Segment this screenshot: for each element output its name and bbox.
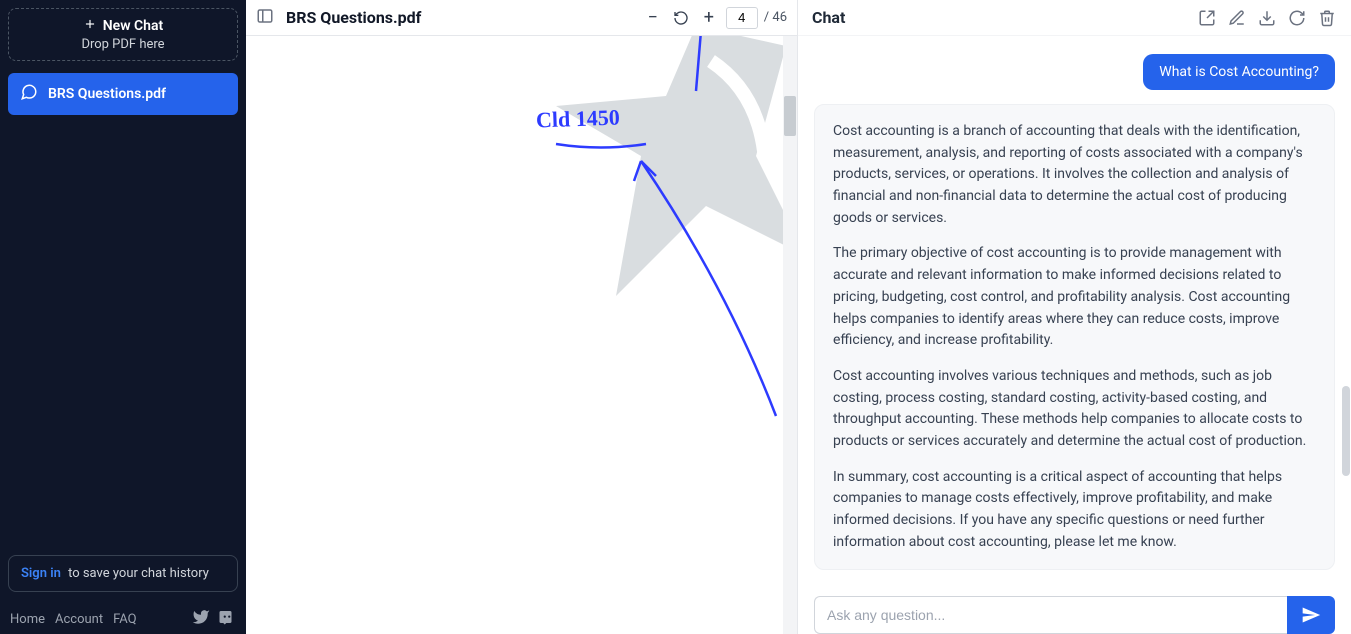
signin-link[interactable]: Sign in — [21, 566, 61, 581]
edit-icon[interactable] — [1227, 8, 1247, 28]
sidebar-item-active-chat[interactable]: BRS Questions.pdf — [8, 73, 238, 115]
pdf-handwriting-text: Cld 1450 — [536, 105, 621, 134]
sidebar-toggle-icon[interactable] — [256, 7, 274, 29]
signin-prompt[interactable]: Sign in to save your chat history — [8, 555, 238, 592]
footer-home-link[interactable]: Home — [10, 612, 45, 627]
zoom-in-button[interactable]: + — [698, 7, 720, 29]
new-chat-button[interactable]: New Chat Drop PDF here — [8, 8, 238, 61]
chat-input[interactable] — [814, 596, 1287, 634]
page-number-input[interactable] — [726, 7, 758, 29]
send-icon — [1301, 605, 1321, 625]
send-button[interactable] — [1287, 596, 1335, 634]
page-total-label: / 46 — [764, 10, 787, 25]
chat-header: Chat — [798, 0, 1351, 36]
pdf-toolbar: BRS Questions.pdf − + / 46 — [246, 0, 797, 36]
refresh-icon[interactable] — [1287, 8, 1307, 28]
share-icon[interactable] — [1197, 8, 1217, 28]
ai-paragraph: Cost accounting involves various techniq… — [833, 366, 1316, 453]
rotate-button[interactable] — [670, 7, 692, 29]
pdf-panel: BRS Questions.pdf − + / 46 Cld 1450 — [246, 0, 798, 634]
chat-title: Chat — [812, 8, 845, 27]
chat-panel: Chat What is Cost Accounting? Cost accou… — [798, 0, 1351, 634]
zoom-out-button[interactable]: − — [642, 7, 664, 29]
chat-icon — [20, 83, 38, 105]
chat-input-row — [798, 586, 1351, 634]
pdf-scrollbar[interactable] — [783, 36, 797, 634]
footer-faq-link[interactable]: FAQ — [113, 612, 136, 627]
ai-paragraph: In summary, cost accounting is a critica… — [833, 467, 1316, 554]
trash-icon[interactable] — [1317, 8, 1337, 28]
discord-icon[interactable] — [218, 608, 236, 630]
drop-pdf-hint: Drop PDF here — [19, 37, 227, 52]
user-message: What is Cost Accounting? — [1143, 54, 1335, 90]
sidebar: New Chat Drop PDF here BRS Questions.pdf… — [0, 0, 246, 634]
plus-icon — [83, 17, 97, 35]
signin-rest: to save your chat history — [68, 566, 209, 581]
pdf-scrollbar-thumb[interactable] — [784, 96, 796, 136]
pdf-title: BRS Questions.pdf — [286, 8, 421, 27]
ai-paragraph: Cost accounting is a branch of accountin… — [833, 121, 1316, 229]
footer-links: Home Account FAQ — [0, 602, 246, 634]
twitter-icon[interactable] — [192, 608, 210, 630]
footer-account-link[interactable]: Account — [55, 612, 103, 627]
pdf-ink-annotations — [246, 36, 797, 634]
chat-scrollbar-thumb[interactable] — [1342, 386, 1350, 476]
chat-messages: What is Cost Accounting? Cost accounting… — [798, 36, 1351, 586]
download-icon[interactable] — [1257, 8, 1277, 28]
ai-message: Cost accounting is a branch of accountin… — [814, 104, 1335, 570]
ai-paragraph: The primary objective of cost accounting… — [833, 243, 1316, 351]
chat-scrollbar[interactable] — [1341, 36, 1351, 588]
new-chat-label: New Chat — [103, 18, 163, 34]
pdf-viewport[interactable]: Cld 1450 — [246, 36, 797, 634]
sidebar-item-label: BRS Questions.pdf — [48, 86, 166, 102]
